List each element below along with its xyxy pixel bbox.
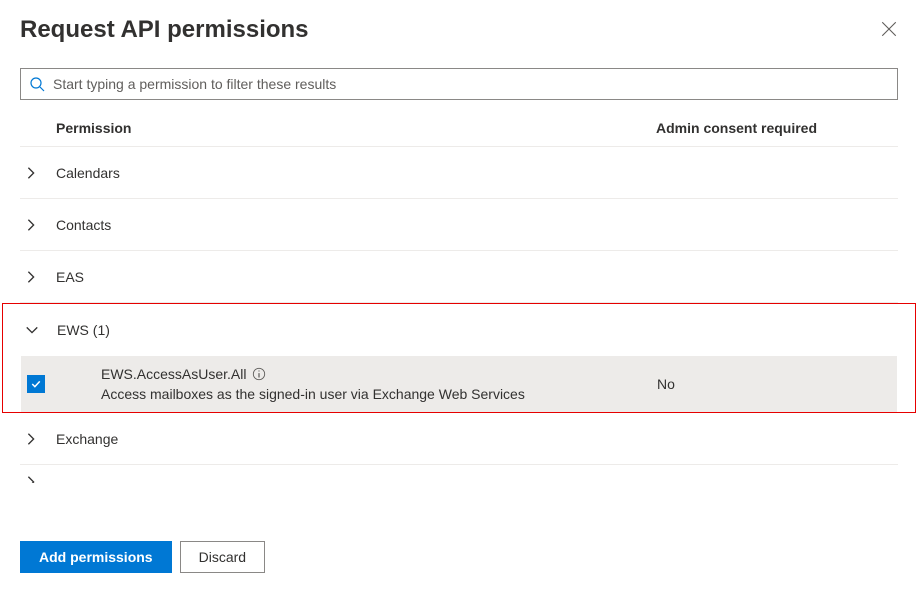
permission-description: Access mailboxes as the signed-in user v… [101, 386, 657, 402]
close-icon [880, 20, 898, 38]
group-contacts[interactable]: Contacts [20, 199, 898, 251]
discard-button[interactable]: Discard [180, 541, 265, 573]
close-button[interactable] [880, 16, 898, 34]
search-input[interactable] [45, 75, 889, 93]
column-admin-consent: Admin consent required [656, 120, 817, 136]
permission-admin-required: No [657, 376, 675, 392]
group-calendars[interactable]: Calendars [20, 147, 898, 199]
chevron-right-icon [24, 166, 56, 180]
group-label: EAS [56, 269, 84, 285]
chevron-right-icon [24, 432, 56, 446]
highlighted-selection: EWS (1) EWS.AccessAsUser.All [2, 303, 916, 413]
group-label: EWS (1) [57, 322, 110, 338]
chevron-down-icon [25, 323, 57, 337]
permission-row-ews-accessasuser[interactable]: EWS.AccessAsUser.All Access mailboxes as… [21, 356, 897, 412]
group-eas[interactable]: EAS [20, 251, 898, 303]
group-label: Exchange [56, 431, 118, 447]
chevron-right-icon [24, 218, 56, 232]
chevron-right-icon [24, 465, 56, 483]
group-label: Contacts [56, 217, 111, 233]
chevron-right-icon [24, 270, 56, 284]
checkmark-icon [30, 378, 42, 390]
add-permissions-button[interactable]: Add permissions [20, 541, 172, 573]
column-permission: Permission [56, 120, 656, 136]
panel-title: Request API permissions [20, 16, 309, 44]
permission-name: EWS.AccessAsUser.All [101, 366, 246, 382]
info-icon[interactable] [252, 367, 266, 381]
search-field[interactable] [20, 68, 898, 100]
group-ews[interactable]: EWS (1) [21, 304, 897, 356]
group-label: Calendars [56, 165, 120, 181]
permission-checkbox[interactable] [27, 375, 45, 393]
group-exchange[interactable]: Exchange [20, 413, 898, 465]
search-icon [29, 76, 45, 92]
group-truncated[interactable] [20, 465, 898, 483]
